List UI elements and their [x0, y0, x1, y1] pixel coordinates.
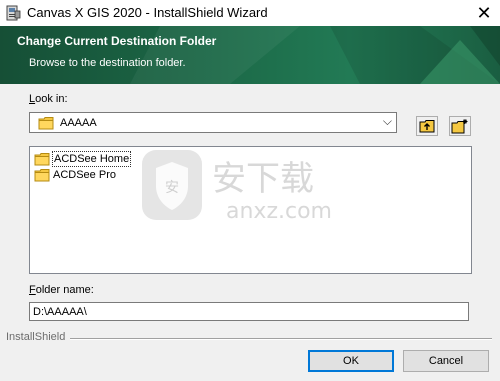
- svg-text:安: 安: [165, 180, 179, 196]
- up-one-level-button[interactable]: [416, 116, 438, 136]
- installer-app-icon: [6, 5, 21, 21]
- watermark-logo: 安 安下载 anxz.com: [142, 150, 332, 224]
- close-icon: ✕: [476, 2, 492, 23]
- footer-divider: [70, 338, 492, 340]
- up-folder-icon: [419, 120, 435, 133]
- list-item[interactable]: ACDSee Home: [34, 151, 132, 167]
- look-in-value: AAAAA: [60, 117, 97, 129]
- installer-window: Canvas X GIS 2020 - InstallShield Wizard…: [0, 0, 500, 381]
- installshield-brand: InstallShield: [6, 331, 66, 343]
- ok-button[interactable]: OK: [308, 350, 394, 372]
- folder-name-label-rest: older name:: [35, 284, 94, 296]
- look-in-label-rest: ook in:: [35, 93, 68, 105]
- chevron-down-icon: ⌵: [382, 114, 392, 128]
- look-in-label: Look in:: [29, 93, 68, 105]
- list-item-label: ACDSee Home: [52, 151, 132, 167]
- watermark-text-cn: 安下载: [212, 159, 314, 199]
- folder-name-label: Folder name:: [29, 284, 94, 296]
- folder-icon: [34, 153, 50, 166]
- look-in-dropdown[interactable]: AAAAA ⌵: [29, 112, 397, 133]
- window-title: Canvas X GIS 2020 - InstallShield Wizard: [27, 5, 268, 20]
- list-item[interactable]: ACDSee Pro: [34, 167, 117, 183]
- new-folder-button[interactable]: [449, 116, 471, 136]
- new-folder-icon: [451, 119, 468, 134]
- banner-subtitle: Browse to the destination folder.: [29, 57, 186, 69]
- header-banner: Change Current Destination Folder Browse…: [0, 26, 500, 84]
- close-button[interactable]: ✕: [468, 0, 500, 26]
- title-bar[interactable]: Canvas X GIS 2020 - InstallShield Wizard…: [0, 0, 500, 26]
- cancel-button[interactable]: Cancel: [403, 350, 489, 372]
- banner-title: Change Current Destination Folder: [17, 34, 217, 48]
- watermark-text-en: anxz.com: [226, 199, 332, 224]
- folder-name-input[interactable]: [29, 302, 469, 321]
- folder-icon: [38, 117, 54, 130]
- list-item-label: ACDSee Pro: [53, 169, 116, 181]
- folder-icon: [34, 169, 50, 182]
